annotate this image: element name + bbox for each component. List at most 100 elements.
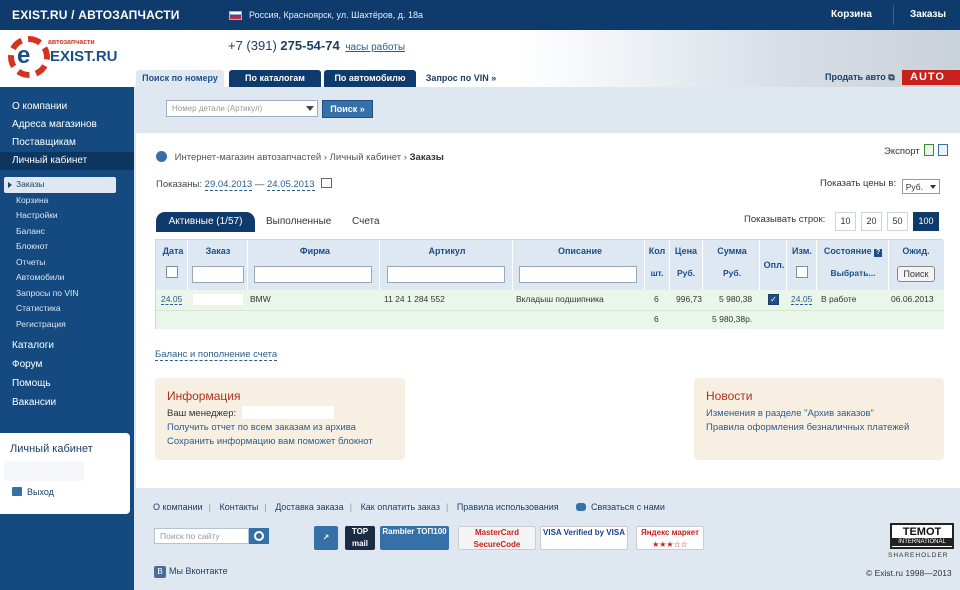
col-description[interactable]: Описание (515, 246, 645, 256)
state-filter-select[interactable]: Выбрать... (818, 268, 888, 278)
news-item[interactable]: Правила оформления безналичных платежей (706, 422, 909, 433)
sidebar-item-cars[interactable]: Автомобили (0, 270, 134, 286)
notebook-link[interactable]: Сохранить информацию вам поможет блокнот (167, 436, 373, 447)
col-order[interactable]: Заказ (190, 246, 246, 256)
tab-completed-orders[interactable]: Выполненные (266, 212, 331, 232)
col-state[interactable]: Состояние ? (818, 246, 888, 257)
sidebar-item-cabinet[interactable]: Личный кабинет (0, 152, 134, 170)
tab-search-by-number[interactable]: Поиск по номеру (136, 70, 224, 87)
col-expected[interactable]: Ожид. (891, 246, 941, 256)
footer-link-payment[interactable]: Как оплатить заказ (361, 502, 440, 512)
row-changed[interactable]: 24.05 (791, 294, 813, 305)
sidebar-item-registration[interactable]: Регистрация (0, 317, 134, 333)
site-search-input[interactable]: Поиск по сайту (154, 528, 249, 544)
brand-filter-input[interactable] (254, 266, 372, 283)
cart-link[interactable]: Корзина (831, 9, 872, 20)
order-filter-input[interactable] (192, 266, 244, 283)
sidebar-item-catalogs[interactable]: Каталоги (0, 336, 134, 355)
brand-title[interactable]: EXIST.RU / АВТОЗАПЧАСТИ (12, 8, 180, 22)
article-filter-input[interactable] (387, 266, 505, 283)
rows-100-button[interactable]: 100 (913, 212, 939, 231)
tab-catalogs[interactable]: По каталогам (229, 70, 321, 87)
top-mail-badge[interactable]: TOP mail (345, 526, 375, 550)
auto-ad-banner[interactable]: AUTO (902, 70, 960, 85)
date-sort-icon[interactable] (166, 266, 178, 278)
visa-badge[interactable]: VISA Verified by VISA (540, 526, 628, 550)
sidebar-item-vacancies[interactable]: Вакансии (0, 393, 134, 412)
news-item-link[interactable]: Изменения в разделе "Архив заказов" (706, 408, 874, 419)
tab-invoices[interactable]: Счета (352, 212, 380, 232)
sidebar-item-orders[interactable]: Заказы (4, 177, 116, 193)
sidebar-item-stores[interactable]: Адреса магазинов (0, 116, 134, 134)
part-number-select[interactable]: Номер детали (Артикул) (166, 100, 318, 117)
export-link[interactable]: Экспорт (884, 144, 948, 157)
balance-link[interactable]: Баланс и пополнение счета (155, 349, 278, 361)
vk-link[interactable]: B Мы Вконтакте (154, 566, 228, 578)
sell-car-link[interactable]: Продать авто ⧉ (825, 72, 895, 83)
rows-50-button[interactable]: 50 (887, 212, 908, 231)
sidebar-item-balance[interactable]: Баланс (0, 224, 134, 240)
hours-link[interactable]: часы работы (345, 42, 405, 53)
footer-link-terms[interactable]: Правила использования (457, 502, 559, 512)
col-paid[interactable]: Опл. (762, 260, 786, 270)
location-text[interactable]: Россия, Красноярск, ул. Шахтёров, д. 18а (249, 10, 423, 20)
news-item[interactable]: Изменения в разделе "Архив заказов" (706, 408, 874, 419)
rambler-badge[interactable]: Rambler ТОП100 (380, 526, 449, 550)
col-price[interactable]: Цена (671, 246, 701, 256)
col-brand[interactable]: Фирма (250, 246, 380, 256)
col-changed[interactable]: Изм. (788, 246, 816, 256)
sidebar-item-forum[interactable]: Форум (0, 355, 134, 374)
currency-select[interactable]: Руб. (901, 179, 940, 194)
mastercard-badge[interactable]: MasterCard SecureCode (458, 526, 536, 550)
archive-report-link[interactable]: Получить отчет по всем заказам из архива (167, 422, 356, 433)
archive-report-link-text[interactable]: Получить отчет по всем заказам из архива (167, 422, 356, 433)
filter-search-button[interactable]: Поиск (897, 266, 935, 282)
notebook-link-text[interactable]: Сохранить информацию вам поможет блокнот (167, 436, 373, 447)
calendar-icon[interactable] (321, 178, 333, 188)
changed-sort-icon[interactable] (796, 266, 808, 278)
table-row[interactable]: 24.05 BMW 11 24 1 284 552 Вкладыш подшип… (156, 290, 944, 311)
logout-link[interactable]: Выход (12, 487, 54, 497)
sidebar-item-vin-requests[interactable]: Запросы по VIN (0, 286, 134, 302)
sidebar-item-suppliers[interactable]: Поставщикам (0, 134, 134, 152)
temot-logo[interactable]: TEMOT INTERNATIONAL (890, 523, 954, 549)
site-search-button[interactable] (249, 528, 269, 544)
col-date[interactable]: Дата (160, 246, 186, 256)
tab-active-orders[interactable]: Активные (1/57) (156, 212, 255, 232)
footer-link-contacts[interactable]: Контакты (220, 502, 259, 512)
date-to[interactable]: 24.05.2013 (266, 179, 315, 191)
sidebar-item-reports[interactable]: Отчеты (0, 255, 134, 271)
sidebar-item-settings[interactable]: Настройки (0, 208, 134, 224)
sidebar-item-notebook[interactable]: Блокнот (0, 239, 134, 255)
search-button[interactable]: Поиск » (322, 100, 373, 118)
news-item-link[interactable]: Правила оформления безналичных платежей (706, 422, 909, 433)
col-article[interactable]: Артикул (382, 246, 512, 256)
print-icon[interactable] (937, 144, 948, 156)
sidebar-item-about[interactable]: О компании (0, 98, 134, 116)
breadcrumb-home-icon[interactable] (156, 151, 167, 162)
breadcrumb-cabinet[interactable]: Личный кабинет (330, 152, 401, 163)
help-icon[interactable]: ? (874, 249, 883, 257)
tab-vin-request[interactable]: Запрос по VIN » (421, 70, 501, 87)
exist-logo[interactable]: e автозапчасти EXIST.RU (8, 36, 133, 84)
row-date[interactable]: 24.05 (161, 294, 183, 305)
breadcrumb-shop[interactable]: Интернет-магазин автозапчастей (175, 152, 322, 163)
contact-us-link[interactable]: Связаться с нами (576, 502, 665, 512)
description-filter-input[interactable] (519, 266, 637, 283)
excel-icon[interactable] (923, 144, 934, 156)
col-sum[interactable]: Сумма (704, 246, 760, 256)
footer-link-about[interactable]: О компании (153, 502, 203, 512)
footer-link-delivery[interactable]: Доставка заказа (275, 502, 343, 512)
tab-by-car[interactable]: По автомобилю (324, 70, 416, 87)
paid-checkbox[interactable]: ✓ (768, 294, 779, 305)
rows-20-button[interactable]: 20 (861, 212, 882, 231)
col-qty[interactable]: Кол (646, 246, 668, 256)
date-from[interactable]: 29.04.2013 (204, 179, 253, 191)
row-order-number[interactable] (193, 294, 243, 305)
rows-10-button[interactable]: 10 (835, 212, 856, 231)
sidebar-item-statistics[interactable]: Статистика (0, 301, 134, 317)
orders-link[interactable]: Заказы (910, 9, 946, 20)
yandex-market-badge[interactable]: Яндекс маркет ★★★☆☆ (636, 526, 704, 550)
sidebar-item-help[interactable]: Помощь (0, 374, 134, 393)
arrow-up-icon[interactable]: ↗ (314, 526, 338, 550)
